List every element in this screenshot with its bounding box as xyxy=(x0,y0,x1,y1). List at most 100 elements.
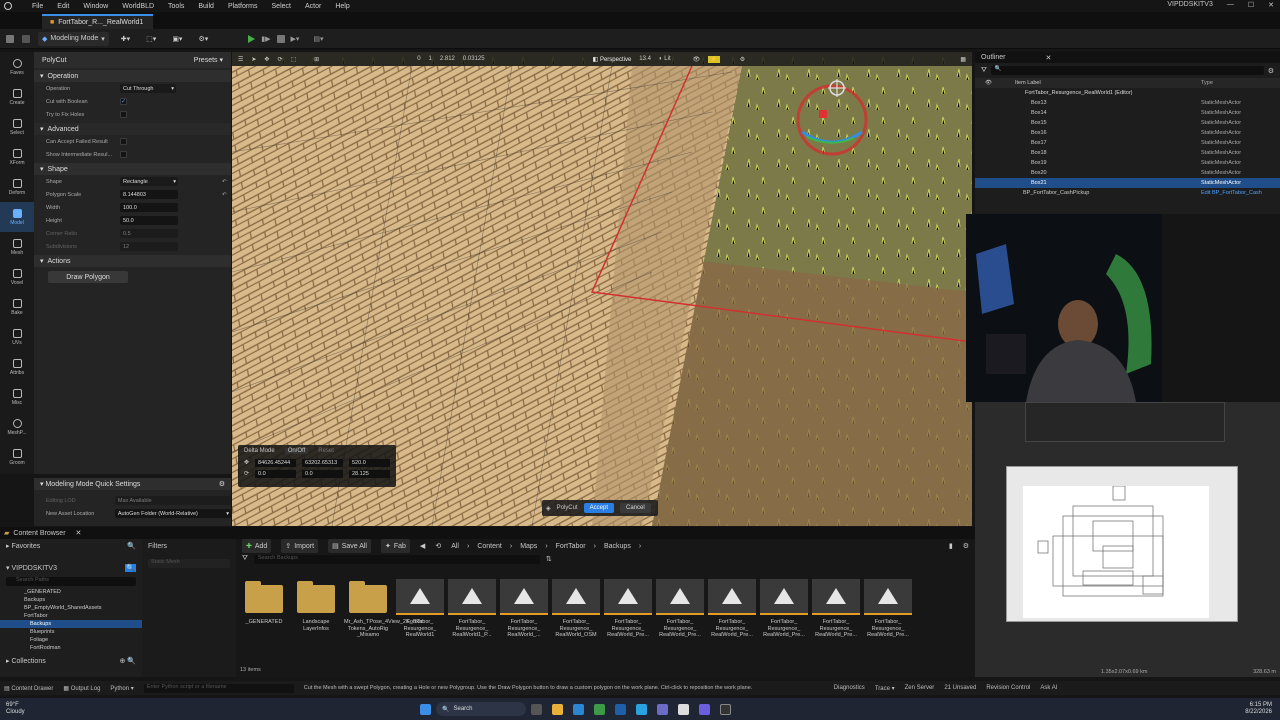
taskbar-search[interactable]: 🔍 Search xyxy=(436,702,526,716)
table-row[interactable]: Box15 StaticMeshActor xyxy=(975,118,1280,128)
cinematics-icon[interactable]: ▣▾ xyxy=(168,32,186,46)
snap-icon[interactable]: ⊞ xyxy=(314,56,319,63)
ask-ai-button[interactable]: Ask AI xyxy=(1040,685,1057,691)
filter-icon[interactable]: ⛛ xyxy=(242,555,248,563)
close-icon[interactable]: ✕ xyxy=(76,529,82,537)
fab-button[interactable]: ✦ Fab xyxy=(380,539,410,553)
world-partition-minimap[interactable]: 328.63 m 1.35x2.07x0.69 km xyxy=(975,402,1280,677)
menu-tools[interactable]: Tools xyxy=(168,3,184,10)
search-icon[interactable]: 🔍 xyxy=(127,542,136,550)
breadcrumb-item[interactable]: Backups xyxy=(604,543,631,550)
menu-actor[interactable]: Actor xyxy=(305,3,321,10)
presets-button[interactable]: Presets ▾ xyxy=(194,56,223,64)
browse-icon[interactable] xyxy=(22,34,30,43)
level-viewport[interactable]: ☰ ➤ ✥ ⟳ ⬚ ⊞ 0 1 2.812 0.03125 ◧ Perspect… xyxy=(232,52,972,526)
layout-icon[interactable]: ▦ xyxy=(960,56,966,63)
section-shape[interactable]: ▾ Shape xyxy=(34,163,231,175)
outliner-tab[interactable]: Outliner ✕ xyxy=(975,52,1280,63)
maximize-icon[interactable]: ☐ xyxy=(1248,1,1254,9)
rotate-icon[interactable]: ⟳ xyxy=(277,56,282,63)
table-row[interactable]: Box17 StaticMeshActor xyxy=(975,138,1280,148)
outliner-search-input[interactable]: 🔍 xyxy=(990,66,1264,75)
palette-misc[interactable]: Misc xyxy=(0,382,34,412)
item-type[interactable]: Edit BP_FortTabor_Cash xyxy=(1201,190,1262,196)
intermediate-checkbox[interactable] xyxy=(120,151,127,158)
save-all-button[interactable]: ▤ Save All xyxy=(328,539,371,553)
reset-icon[interactable]: ↶ xyxy=(222,179,227,185)
grid-snap-value[interactable]: 0 xyxy=(417,56,420,62)
tree-item[interactable]: FortRodman xyxy=(0,644,142,652)
delta-x[interactable]: 84626.45244 xyxy=(255,459,297,467)
filter-static-mesh[interactable]: Static Mesh xyxy=(148,559,230,568)
history-icon[interactable]: ⟲ xyxy=(435,542,441,550)
section-operation[interactable]: ▾ Operation xyxy=(34,70,231,82)
palette-create[interactable]: Create xyxy=(0,82,34,112)
build-icon[interactable]: ⚙▾ xyxy=(194,32,212,46)
fix-holes-checkbox[interactable] xyxy=(120,111,127,118)
width-input[interactable]: 100.0 xyxy=(120,203,178,212)
palette-deform[interactable]: Deform xyxy=(0,172,34,202)
palette-groom[interactable]: Groom xyxy=(0,442,34,472)
asset-tile[interactable]: Landscape LayerInfos xyxy=(292,579,340,657)
menu-build[interactable]: Build xyxy=(198,3,214,10)
hamburger-icon[interactable]: ☰ xyxy=(238,56,243,63)
play-icon[interactable] xyxy=(248,34,256,43)
failed-result-checkbox[interactable] xyxy=(120,138,127,145)
project-header[interactable]: ▾ VIPDDSKITV3 🔍 xyxy=(0,561,142,575)
clock[interactable]: 6:15 PM 8/22/2026 xyxy=(1245,702,1272,716)
outliner-root-row[interactable]: FortTabor_Resurgence_RealWorld1 (Editor) xyxy=(975,88,1280,98)
search-icon[interactable]: 🔍 xyxy=(125,564,136,572)
show-icon[interactable]: 👁 xyxy=(693,56,701,63)
asset-tile[interactable]: FortTabor_ Resurgence_ RealWorld_OSM xyxy=(552,579,600,657)
height-input[interactable]: 50.0 xyxy=(120,216,178,225)
close-icon[interactable]: ✕ xyxy=(1046,54,1052,62)
palette-meshp[interactable]: MeshP... xyxy=(0,412,34,442)
col-label[interactable]: Item Label xyxy=(1015,80,1041,86)
table-row[interactable]: Box20 StaticMeshActor xyxy=(975,168,1280,178)
palette-model[interactable]: Model xyxy=(0,202,34,232)
palette-xform[interactable]: XForm xyxy=(0,142,34,172)
menu-help[interactable]: Help xyxy=(335,3,349,10)
output-log-button[interactable]: ▦ Output Log xyxy=(63,685,100,692)
asset-tile[interactable]: FortTabor_ Resurgence_ RealWorld_Pre... xyxy=(656,579,704,657)
camera-speed-value[interactable]: 0.03125 xyxy=(463,56,485,62)
lock-icon[interactable]: ▮ xyxy=(949,542,953,550)
delta-z[interactable]: 520.0 xyxy=(349,459,390,467)
palette-bake[interactable]: Bake xyxy=(0,292,34,322)
delta-rot-y[interactable]: 0.0 xyxy=(302,470,343,478)
scale-snap-value[interactable]: 2.812 xyxy=(440,56,455,62)
section-advanced[interactable]: ▾ Advanced xyxy=(34,123,231,135)
delta-rot-z[interactable]: 28.125 xyxy=(349,470,390,478)
quick-settings-header[interactable]: ▾ Modeling Mode Quick Settings ⚙ xyxy=(34,478,231,490)
palette-faves[interactable]: Faves xyxy=(0,52,34,82)
asset-tile[interactable]: _GENERATED xyxy=(240,579,288,657)
accept-button[interactable]: Accept xyxy=(583,503,614,513)
asset-tile[interactable]: FortTabor_ Resurgence_ RealWorld_Pre... xyxy=(864,579,912,657)
sort-icon[interactable]: ⇅ xyxy=(546,555,552,563)
breadcrumb-item[interactable]: Maps xyxy=(520,543,537,550)
chrome-icon[interactable] xyxy=(636,703,647,715)
table-row[interactable]: Box19 StaticMeshActor xyxy=(975,158,1280,168)
select-mode-icon[interactable]: ➤ xyxy=(251,56,256,63)
asset-tile[interactable]: FortTabor_ Resurgence_ RealWorld_... xyxy=(500,579,548,657)
close-icon[interactable]: ✕ xyxy=(1268,1,1274,9)
rotation-snap-value[interactable]: 1 xyxy=(429,56,432,62)
asset-tile[interactable]: FortTabor_ Resurgence_ RealWorld_Pre... xyxy=(812,579,860,657)
table-row[interactable]: Box13 StaticMeshActor xyxy=(975,98,1280,108)
mode-selector[interactable]: ◆ Modeling Mode ▾ xyxy=(38,31,109,46)
favorites-header[interactable]: ▸ Favorites 🔍 xyxy=(0,539,142,553)
menu-select[interactable]: Select xyxy=(272,3,291,10)
menu-worldbld[interactable]: WorldBLD xyxy=(122,3,154,10)
table-row[interactable]: Box14 StaticMeshActor xyxy=(975,108,1280,118)
palette-voxel[interactable]: Voxel xyxy=(0,262,34,292)
table-row-selected[interactable]: Box21 StaticMeshActor xyxy=(975,178,1280,188)
fov-value[interactable]: 13.4 xyxy=(639,56,651,62)
add-icon[interactable]: ⊕ 🔍 xyxy=(119,657,136,665)
tree-item[interactable]: _GENERATED xyxy=(0,588,142,596)
breadcrumb-item[interactable]: Content xyxy=(477,543,502,550)
perspective-dropdown[interactable]: ◧ Perspective xyxy=(593,56,632,63)
cmd-type-dropdown[interactable]: Python ▾ xyxy=(110,685,133,692)
table-row[interactable]: Box16 StaticMeshActor xyxy=(975,128,1280,138)
scale-icon[interactable]: ⬚ xyxy=(290,56,296,63)
asset-tile[interactable]: FortTabor_ Resurgence_ RealWorld_Pre... xyxy=(604,579,652,657)
